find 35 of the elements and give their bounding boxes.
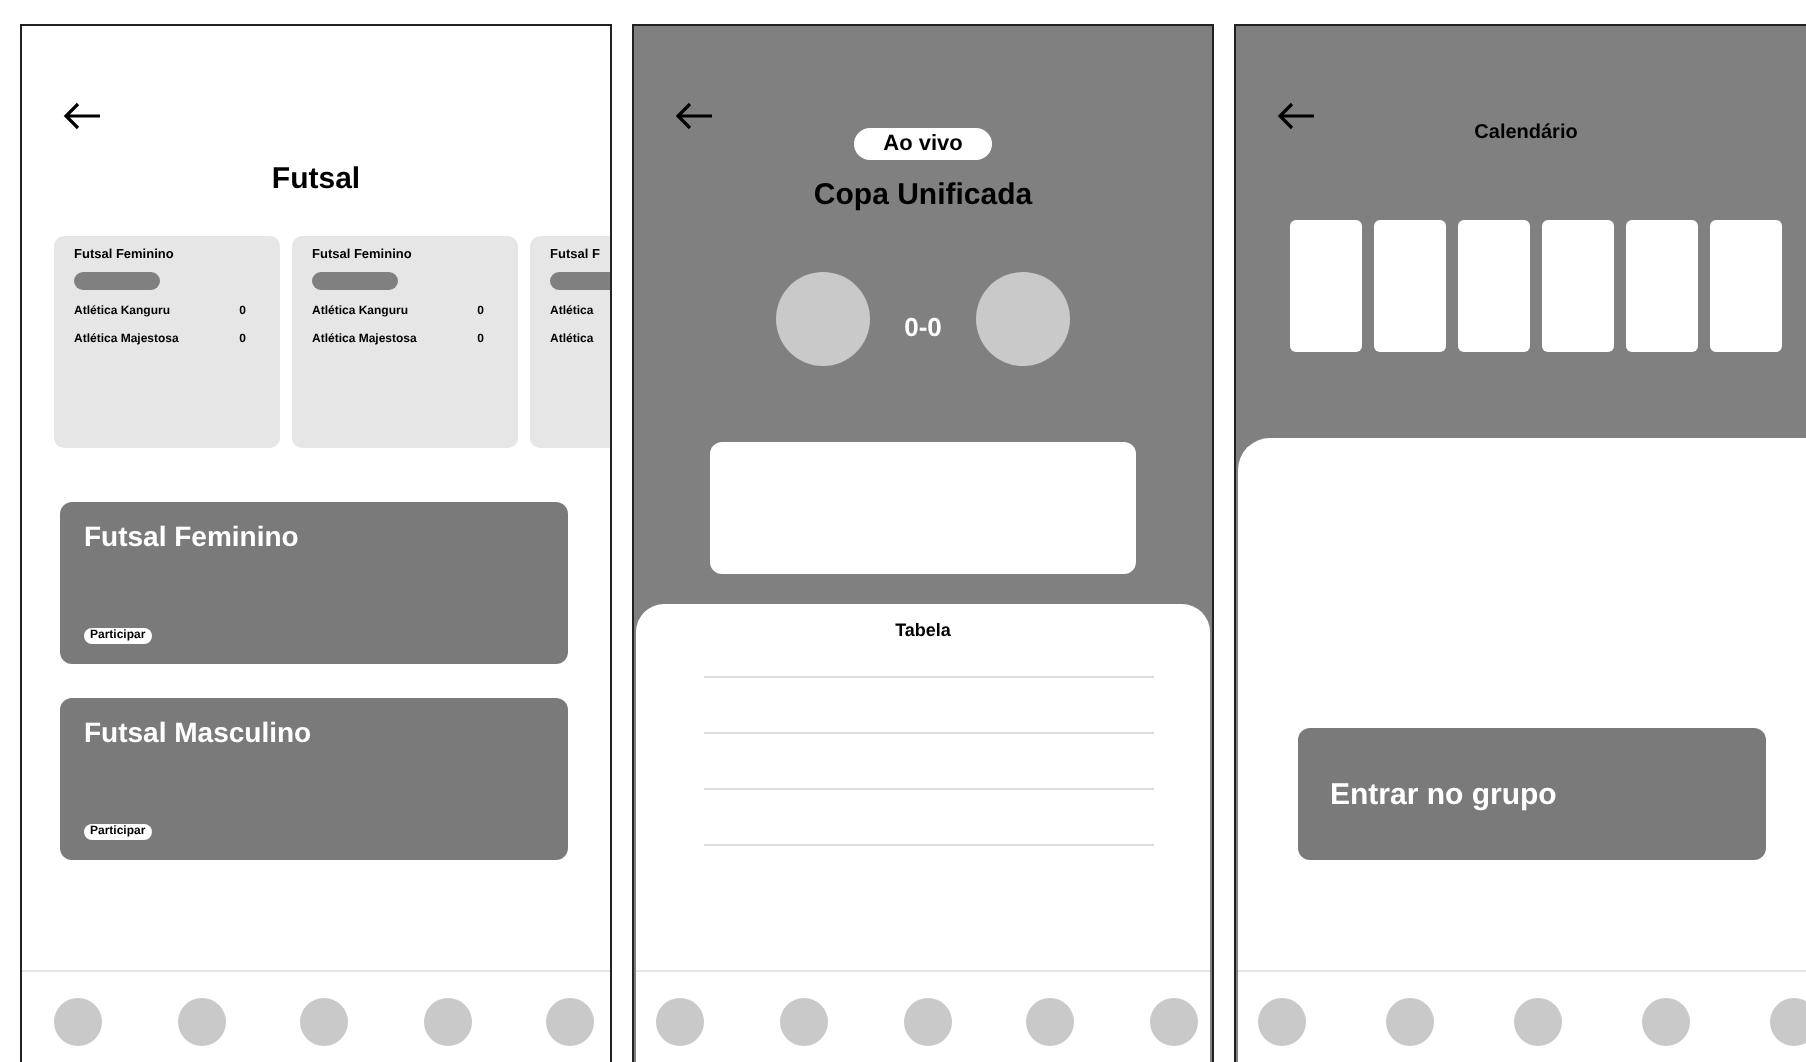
- match-score: 0-0: [904, 311, 942, 341]
- screen-title: Futsal: [269, 162, 363, 196]
- calendar-title: Calendário: [1472, 122, 1580, 144]
- match-title: Copa Unificada: [811, 178, 1035, 212]
- nav-icon[interactable]: [903, 998, 951, 1046]
- nav-icon[interactable]: [656, 998, 704, 1046]
- team-logo-placeholder: [776, 272, 871, 366]
- nav-icon[interactable]: [1150, 998, 1198, 1046]
- nav-icon[interactable]: [1514, 998, 1562, 1046]
- day-tile[interactable]: [1374, 220, 1446, 352]
- nav-icon[interactable]: [1386, 998, 1434, 1046]
- nav-icon[interactable]: [1258, 998, 1306, 1046]
- table-title: Tabela: [893, 620, 953, 640]
- day-tile[interactable]: [1710, 220, 1782, 352]
- day-tile[interactable]: [1458, 220, 1530, 352]
- team-logo-placeholder: [975, 272, 1070, 366]
- event-title: Futsal Feminino: [84, 520, 299, 552]
- event-title: Futsal Masculino: [84, 716, 312, 748]
- nav-icon[interactable]: [423, 998, 471, 1046]
- nav-icon[interactable]: [1026, 998, 1075, 1046]
- nav-icon[interactable]: [177, 998, 225, 1046]
- day-tile[interactable]: [1290, 220, 1362, 352]
- nav-icon[interactable]: [546, 998, 594, 1046]
- back-arrow-icon[interactable]: [62, 102, 102, 130]
- status-pill: [74, 272, 160, 290]
- day-tile[interactable]: [1626, 220, 1698, 352]
- day-tile[interactable]: [1542, 220, 1614, 352]
- live-badge: Ao vivo: [853, 128, 993, 160]
- nav-icon[interactable]: [1642, 998, 1690, 1046]
- nav-icon[interactable]: [1770, 998, 1806, 1046]
- status-pill: [312, 272, 398, 290]
- nav-icon[interactable]: [54, 998, 102, 1046]
- nav-icon[interactable]: [300, 998, 348, 1046]
- join-group-button[interactable]: Entrar no grupo: [1298, 728, 1766, 860]
- nav-icon[interactable]: [779, 998, 828, 1046]
